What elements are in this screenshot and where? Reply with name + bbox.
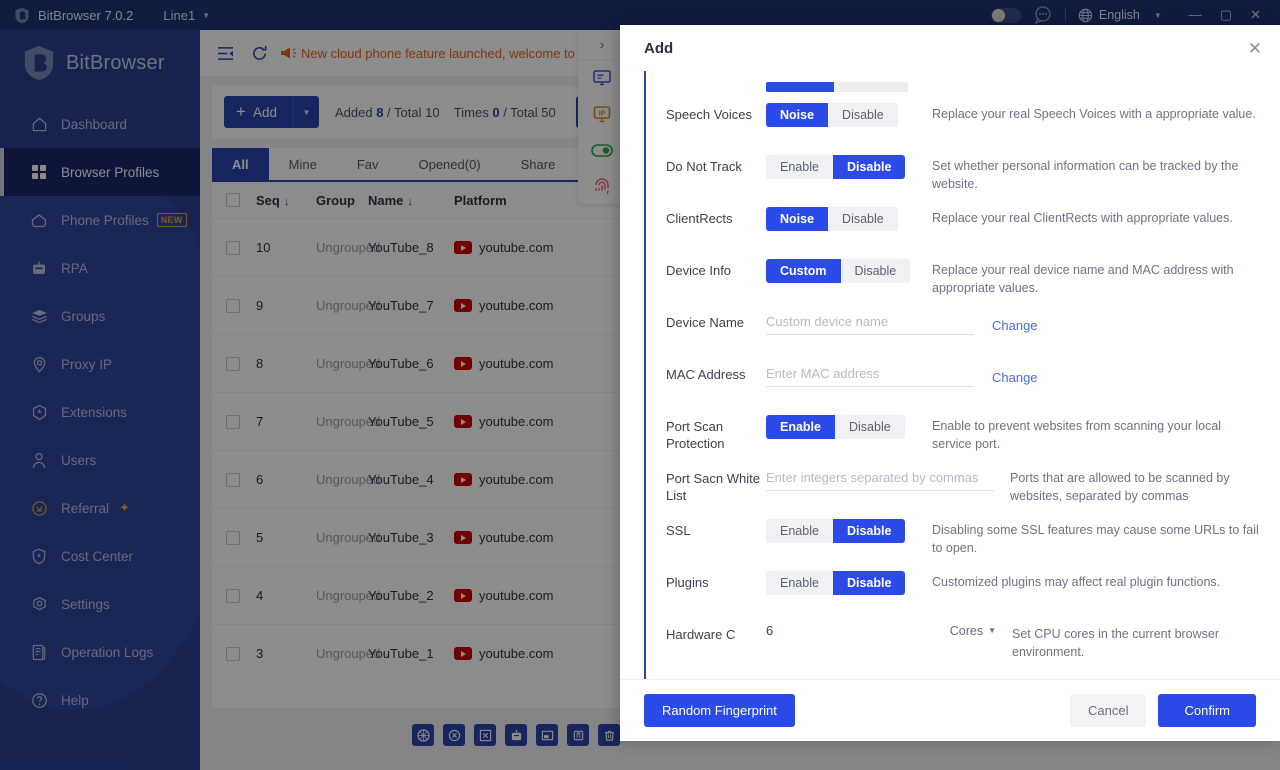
segment-option-enable[interactable]: Enable	[766, 415, 835, 439]
setting-description: Disabling some SSL features may cause so…	[932, 523, 1259, 555]
setting-control: Enable Disable	[766, 413, 926, 439]
setting-row-clientrects: ClientRects Noise Disable Replace your real…	[646, 205, 1280, 257]
setting-row-speech-voices: Speech Voices Noise Disable Replace your re…	[646, 101, 1280, 153]
segmented-control-device-info: Custom Disable	[766, 259, 911, 283]
setting-row-hardware-c: Hardware C 6 Cores ▼ Set CPU cores in the cu…	[646, 621, 1280, 673]
setting-row-port-scan-protection: Port Scan Protection Enable Disable Enable …	[646, 413, 1280, 465]
cancel-button[interactable]: Cancel	[1070, 694, 1147, 727]
dialog-body: Speech Voices Noise Disable Replace your re…	[620, 71, 1280, 679]
dialog-footer: Random Fingerprint Cancel Confirm	[620, 679, 1280, 741]
setting-description: Replace your real ClientRects with appro…	[932, 211, 1233, 225]
setting-label: Port Sacn White List	[666, 471, 760, 503]
segment-option-custom[interactable]: Custom	[766, 259, 841, 283]
setting-row-plugins: Plugins Enable Disable Customized plugins m…	[646, 569, 1280, 621]
dialog-header: Add ✕	[620, 25, 1280, 71]
setting-label: Hardware C	[666, 627, 736, 642]
setting-description: Customized plugins may affect real plugi…	[932, 575, 1221, 589]
setting-row-device-info: Device Info Custom Disable Replace your rea…	[646, 257, 1280, 309]
partial-row-control[interactable]	[766, 80, 926, 92]
random-fingerprint-button[interactable]: Random Fingerprint	[644, 694, 795, 727]
segmented-control-do-not-track: Enable Disable	[766, 155, 906, 179]
setting-control: Custom device name Change	[766, 309, 1066, 335]
segment-option-enable[interactable]: Enable	[766, 519, 833, 543]
dialog-title: Add	[644, 39, 674, 57]
setting-description: Set whether personal information can be …	[932, 159, 1239, 191]
setting-control: Custom Disable	[766, 257, 926, 283]
setting-label: Plugins	[666, 575, 709, 590]
close-icon[interactable]: ✕	[1248, 40, 1262, 57]
confirm-button[interactable]: Confirm	[1158, 694, 1256, 727]
segmented-control-ssl: Enable Disable	[766, 519, 906, 543]
segment-option-disable[interactable]: Disable	[832, 519, 906, 543]
segmented-control-port-scan-protection: Enable Disable	[766, 415, 905, 439]
cpu-cores-control: 6 Cores ▼	[766, 623, 996, 638]
setting-label: Device Info	[666, 263, 732, 278]
settings-rows: Speech Voices Noise Disable Replace your re…	[646, 101, 1280, 673]
mac-address-input[interactable]: Enter MAC address	[766, 363, 974, 387]
app-root: BitBrowser 7.0.2 Line1 ▼ English ▼ — ▢ ✕	[0, 0, 1280, 770]
mac-address-change-link[interactable]: Change	[992, 366, 1038, 385]
segmented-control-plugins: Enable Disable	[766, 571, 906, 595]
settings-scroll-area[interactable]: Speech Voices Noise Disable Replace your re…	[646, 71, 1280, 679]
setting-description: Replace your real device name and MAC ad…	[932, 263, 1234, 295]
setting-control: Noise Disable	[766, 101, 926, 127]
segment-option-disable[interactable]: Disable	[828, 103, 898, 127]
segment-option-noise[interactable]: Noise	[766, 103, 829, 127]
setting-control: Enable Disable	[766, 153, 926, 179]
setting-row-mac-address: MAC Address Enter MAC address Change	[646, 361, 1280, 413]
setting-label: Device Name	[666, 315, 745, 330]
setting-row-device-name: Device Name Custom device name Change	[646, 309, 1280, 361]
segment-option-enable[interactable]: Enable	[766, 155, 833, 179]
setting-control: Enable Disable	[766, 569, 926, 595]
segmented-control-clientrects: Noise Disable	[766, 207, 898, 231]
progress-bar	[766, 82, 908, 92]
segment-option-noise[interactable]: Noise	[766, 207, 829, 231]
cpu-cores-unit-select[interactable]: Cores ▼	[950, 624, 996, 638]
cpu-cores-value[interactable]: 6	[766, 623, 773, 638]
setting-description	[1066, 361, 1262, 365]
setting-label: MAC Address	[666, 367, 746, 382]
device-name-input[interactable]: Custom device name	[766, 311, 974, 335]
segmented-control-speech-voices: Noise Disable	[766, 103, 898, 127]
segment-option-disable[interactable]: Disable	[828, 207, 898, 231]
segment-option-disable[interactable]: Disable	[835, 415, 905, 439]
chevron-down-icon: ▼	[988, 626, 996, 635]
setting-row-port-sacn-white-list: Port Sacn White List Enter integers separ…	[646, 465, 1280, 517]
setting-control: Enable Disable	[766, 517, 926, 543]
segment-option-disable[interactable]: Disable	[832, 571, 906, 595]
setting-label: Speech Voices	[666, 107, 753, 122]
port-sacn-white-list-input[interactable]: Enter integers separated by commas	[766, 467, 994, 491]
setting-label: Port Scan Protection	[666, 419, 725, 451]
setting-row-do-not-track: Do Not Track Enable Disable Set whether per…	[646, 153, 1280, 205]
setting-description	[1066, 309, 1262, 313]
setting-description: Replace your real Speech Voices with a a…	[932, 107, 1256, 121]
partial-row-label	[666, 84, 766, 89]
segment-option-disable[interactable]: Disable	[832, 155, 906, 179]
setting-control: 6 Cores ▼	[766, 621, 1006, 638]
setting-description: Enable to prevent websites from scanning…	[932, 419, 1222, 451]
setting-row-ssl: SSL Enable Disable Disabling some SSL featu…	[646, 517, 1280, 569]
setting-control: Noise Disable	[766, 205, 926, 231]
setting-control: Enter MAC address Change	[766, 361, 1066, 387]
setting-description: Ports that are allowed to be scanned by …	[1010, 471, 1230, 503]
partial-row-above	[646, 71, 1280, 101]
device-name-change-link[interactable]: Change	[992, 314, 1038, 333]
add-profile-dialog: Add ✕ Speech Voices Noise Disable Replace y…	[620, 25, 1280, 741]
partial-row-desc	[926, 84, 1262, 88]
cpu-cores-unit-label: Cores	[949, 623, 984, 638]
setting-control: Enter integers separated by commas	[766, 465, 1004, 491]
segment-option-enable[interactable]: Enable	[766, 571, 833, 595]
setting-label: ClientRects	[666, 211, 733, 226]
setting-label: SSL	[666, 523, 691, 538]
setting-description: Set CPU cores in the current browser env…	[1012, 627, 1220, 659]
segment-option-disable[interactable]: Disable	[840, 259, 911, 283]
setting-label: Do Not Track	[666, 159, 742, 174]
